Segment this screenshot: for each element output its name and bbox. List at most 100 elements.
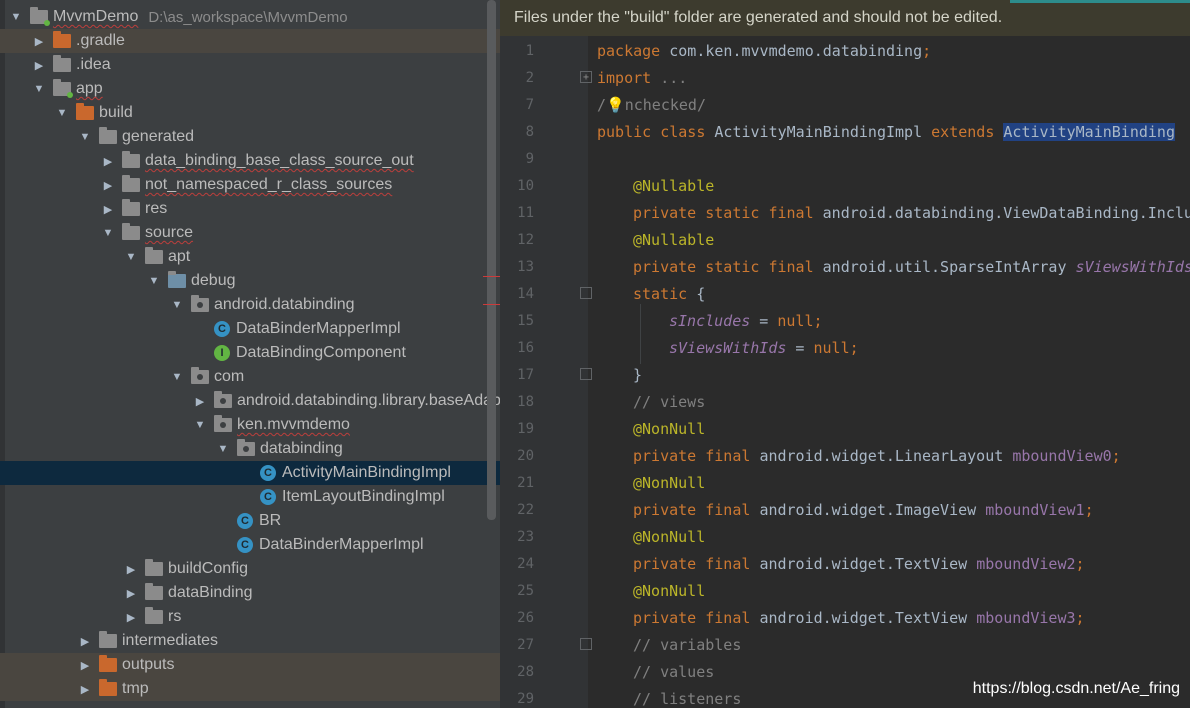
tree-node[interactable]: ▶ android.databinding.library.baseAdapter… <box>0 389 500 413</box>
expand-right-icon[interactable]: ▶ <box>79 629 91 653</box>
fold-collapse-icon[interactable] <box>580 368 592 380</box>
code-line[interactable]: 17} <box>500 361 1190 388</box>
code-line[interactable]: 2 + import ... <box>500 64 1190 91</box>
tree-node[interactable]: ▼ source <box>0 221 500 245</box>
line-number: 15 <box>517 312 534 329</box>
code-line[interactable]: 16 sViewsWithIds = null; <box>500 334 1190 361</box>
expand-right-icon[interactable]: ▶ <box>125 557 137 581</box>
tree-node[interactable]: ▼ com <box>0 365 500 389</box>
code-line[interactable]: 7 /💡nchecked/ <box>500 91 1190 118</box>
expand-down-icon[interactable]: ▼ <box>56 101 68 125</box>
code-line[interactable]: 8 public class ActivityMainBindingImpl ex… <box>500 118 1190 145</box>
code-line[interactable]: 27 // variables <box>500 631 1190 658</box>
code-line[interactable]: 22 private final android.widget.ImageView… <box>500 496 1190 523</box>
tree-node[interactable]: ▶ .idea <box>0 53 500 77</box>
excluded-folder-icon <box>99 655 117 672</box>
expand-down-icon[interactable]: ▼ <box>171 365 183 389</box>
tree-node[interactable]: ▶ res <box>0 197 500 221</box>
code-line[interactable]: 11 private static final android.databindi… <box>500 199 1190 226</box>
code-line[interactable]: 23 @NonNull <box>500 523 1190 550</box>
module-folder-icon <box>30 7 50 26</box>
expand-down-icon[interactable]: ▼ <box>79 125 91 149</box>
code-line[interactable]: 13 private static final android.util.Spar… <box>500 253 1190 280</box>
tree-node[interactable]: ▼ debug <box>0 269 500 293</box>
tree-node[interactable]: ▶ rs <box>0 605 500 629</box>
tree-node[interactable]: ▶ not_namespaced_r_class_sources <box>0 173 500 197</box>
code-token: package <box>597 41 670 60</box>
expand-down-icon[interactable]: ▼ <box>148 269 160 293</box>
error-marker <box>483 276 500 277</box>
folder-icon <box>122 223 140 240</box>
code-token: } <box>633 365 643 384</box>
expand-right-icon[interactable]: ▶ <box>125 605 137 629</box>
expand-right-icon[interactable]: ▶ <box>194 389 206 413</box>
tree-node[interactable]: ▼ generated <box>0 125 500 149</box>
tree-node[interactable]: ▶ outputs <box>0 653 500 677</box>
tree-node[interactable]: ▼ MvvmDemo D:\as_workspace\MvvmDemo <box>0 5 500 29</box>
expand-down-icon[interactable]: ▼ <box>102 221 114 245</box>
code-text: public class ActivityMainBindingImpl ext… <box>597 122 1175 141</box>
code-line[interactable]: 14 static { <box>500 280 1190 307</box>
tree-node[interactable]: ▶ intermediates <box>0 629 500 653</box>
class-icon: C <box>260 465 276 481</box>
expand-right-icon[interactable]: ▶ <box>102 197 114 221</box>
expand-down-icon[interactable]: ▼ <box>33 77 45 101</box>
expand-right-icon[interactable]: ▶ <box>125 581 137 605</box>
code-line[interactable]: 25 @NonNull <box>500 577 1190 604</box>
code-token: private final <box>633 608 760 627</box>
tree-node[interactable]: ▼ app <box>0 77 500 101</box>
code-line[interactable]: 12 @Nullable <box>500 226 1190 253</box>
tree-node[interactable]: C ItemLayoutBindingImpl <box>0 485 500 509</box>
code-token: static <box>633 284 697 303</box>
tree-node[interactable]: ▶ data_binding_base_class_source_out <box>0 149 500 173</box>
code-text: sIncludes = null; <box>669 312 823 330</box>
tree-node[interactable]: C DataBinderMapperImpl <box>0 533 500 557</box>
expand-right-icon[interactable]: ▶ <box>33 53 45 77</box>
folder-icon <box>145 583 163 600</box>
tree-scrollbar[interactable] <box>487 0 496 520</box>
tree-node[interactable]: I DataBindingComponent <box>0 341 500 365</box>
fold-collapse-icon[interactable] <box>580 287 592 299</box>
expand-down-icon[interactable]: ▼ <box>125 245 137 269</box>
expand-down-icon[interactable]: ▼ <box>10 5 22 29</box>
tree-node[interactable]: C DataBinderMapperImpl <box>0 317 500 341</box>
code-line[interactable]: 21 @NonNull <box>500 469 1190 496</box>
fold-expand-icon[interactable]: + <box>580 71 592 83</box>
code-line[interactable]: 15 sIncludes = null; <box>500 307 1190 334</box>
expand-down-icon[interactable]: ▼ <box>217 437 229 461</box>
expand-right-icon[interactable]: ▶ <box>102 149 114 173</box>
line-number: 11 <box>517 204 534 221</box>
expand-right-icon[interactable]: ▶ <box>102 173 114 197</box>
code-line[interactable]: 10 @Nullable <box>500 172 1190 199</box>
code-line[interactable]: 26 private final android.widget.TextView … <box>500 604 1190 631</box>
tree-node[interactable]: ▶ dataBinding <box>0 581 500 605</box>
code-line[interactable]: 20 private final android.widget.LinearLay… <box>500 442 1190 469</box>
expand-down-icon[interactable]: ▼ <box>171 293 183 317</box>
folder-icon <box>99 127 117 144</box>
code-token: android.widget.LinearLayout <box>759 446 1013 465</box>
tree-node[interactable]: ▶ .gradle <box>0 29 500 53</box>
tree-node[interactable]: ▼ ken.mvvmdemo <box>0 413 500 437</box>
fold-collapse-icon[interactable] <box>580 638 592 650</box>
code-line[interactable]: 1 package com.ken.mvvmdemo.databinding; <box>500 37 1190 64</box>
expand-right-icon[interactable]: ▶ <box>79 653 91 677</box>
code-line[interactable]: 24 private final android.widget.TextView … <box>500 550 1190 577</box>
code-editor[interactable]: Files under the "build" folder are gener… <box>500 0 1190 708</box>
expand-down-icon[interactable]: ▼ <box>194 413 206 437</box>
expand-right-icon[interactable]: ▶ <box>33 29 45 53</box>
tree-node[interactable]: ▶ buildConfig <box>0 557 500 581</box>
expand-right-icon[interactable]: ▶ <box>79 677 91 701</box>
code-line[interactable]: 19 @NonNull <box>500 415 1190 442</box>
tree-node[interactable]: ▶ tmp <box>0 677 500 701</box>
code-line[interactable]: 9 <box>500 145 1190 172</box>
tree-node[interactable]: C ActivityMainBindingImpl <box>0 461 500 485</box>
tree-node[interactable]: ▼ apt <box>0 245 500 269</box>
tree-node[interactable]: ▼ android.databinding <box>0 293 500 317</box>
tree-node[interactable]: C BR <box>0 509 500 533</box>
line-number: 8 <box>525 123 534 140</box>
tree-node[interactable]: ▼ databinding <box>0 437 500 461</box>
tree-node[interactable]: ▼ build <box>0 101 500 125</box>
code-line[interactable]: 18 // views <box>500 388 1190 415</box>
code-token: @NonNull <box>633 473 706 492</box>
